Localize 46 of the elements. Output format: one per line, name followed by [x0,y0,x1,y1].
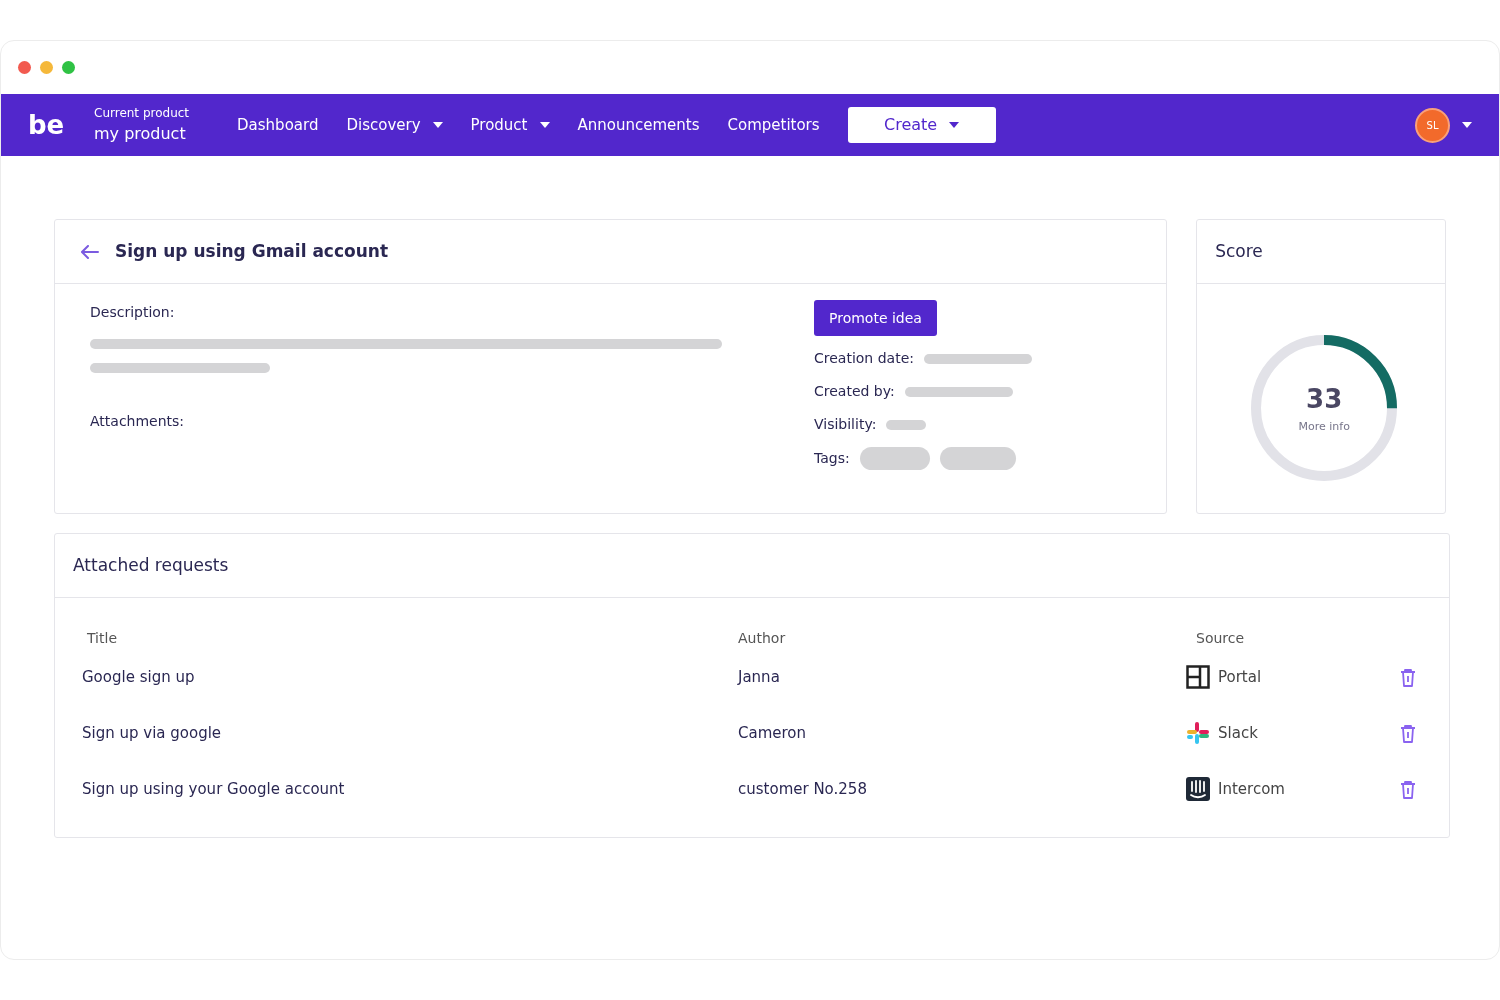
intercom-logo-icon [1186,777,1210,801]
placeholder-bar [859,447,930,470]
caret-icon [949,122,960,128]
trash-icon[interactable] [1400,667,1416,687]
table-cell-text: Google sign up [82,666,196,688]
back-arrow-icon[interactable] [81,244,99,259]
requests-title: Attached requests [73,553,229,577]
score-title: Score [1215,239,1263,263]
product-label: Current product [94,105,190,122]
column-header: Source [1196,629,1245,648]
field-label: Created by: [814,382,895,401]
table-cell-text: customer No.258 [738,778,868,800]
attachments-label: Attachments: [90,412,186,431]
nav-item[interactable]: Product [470,113,550,137]
slack-logo-icon [1186,721,1210,745]
caret-icon [1462,122,1472,128]
table-cell-text: Sign up using your Google account [82,778,346,800]
caret-icon [539,122,550,128]
table-cell-text: Janna [738,666,781,688]
idea-title: Sign up using Gmail account [115,239,389,263]
field-label: Visibility: [814,415,877,434]
promote-idea-button[interactable]: Promote idea [814,300,937,336]
table-cell-text: Cameron [738,722,808,744]
table-cell-text: Slack [1218,722,1258,744]
logo[interactable]: be [28,105,94,145]
description-label: Description: [90,303,176,322]
more-info-link[interactable]: More info [1298,419,1350,436]
column-header: Title [86,629,118,648]
table-cell-text: Intercom [1218,778,1285,800]
table-cell-text: Portal [1218,666,1262,688]
caret-icon [432,122,443,128]
column-header: Author [738,629,787,648]
field-label: Creation date: [814,349,914,368]
tags-label: Tags: [814,449,850,468]
nav-item[interactable]: Discovery [346,113,443,137]
nav-item[interactable]: Competitors [727,113,820,137]
nav-item[interactable]: Announcements [577,113,700,137]
table-cell-text: Sign up via google [82,722,223,744]
layout-icon [1186,665,1210,689]
trash-icon[interactable] [1400,723,1416,743]
trash-icon[interactable] [1400,779,1416,799]
create-button[interactable]: Create [847,107,996,143]
score-value: 33 [1306,383,1343,417]
product-name[interactable]: my product [94,122,190,146]
placeholder-bar [886,419,927,430]
nav-item[interactable]: Dashboard [237,113,319,137]
